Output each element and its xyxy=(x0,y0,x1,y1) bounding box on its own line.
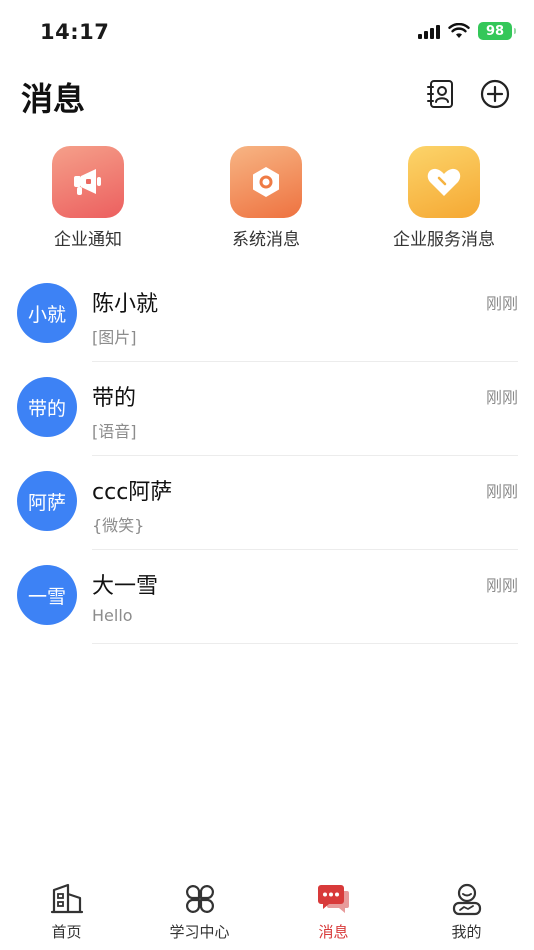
tab-learning-center[interactable]: 学习中心 xyxy=(133,882,266,942)
header: 消息 xyxy=(0,70,534,122)
page-title: 消息 xyxy=(21,80,86,118)
quick-entry-enterprise-service[interactable]: 企业服务消息 xyxy=(374,146,514,250)
conversation-time: 刚刚 xyxy=(485,576,518,595)
four-petal-grid-icon xyxy=(185,885,214,913)
conversation-preview: [语音] xyxy=(92,422,137,441)
quick-entry-system-messages[interactable]: 系统消息 xyxy=(196,146,336,250)
conversation-preview: Hello xyxy=(92,606,133,625)
conversation-name: 大一雪 xyxy=(92,574,159,599)
quick-entry-label: 企业服务消息 xyxy=(393,230,495,250)
divider xyxy=(92,643,518,644)
wifi-icon xyxy=(448,23,470,38)
user-profile-icon xyxy=(452,883,481,916)
messages-screen: 14:17 98 消息 企业通知 系统消息 企业服务消息 小就 陈小就 [图片]… xyxy=(0,0,534,950)
cellular-signal-icon xyxy=(418,23,440,39)
conversation-time: 刚刚 xyxy=(485,482,518,501)
conversation-name: 陈小就 xyxy=(92,292,159,317)
quick-entries: 企业通知 系统消息 企业服务消息 xyxy=(0,146,534,256)
conversation-item[interactable]: 带的 带的 [语音] 刚刚 xyxy=(0,362,534,456)
conversation-item[interactable]: 一雪 大一雪 Hello 刚刚 xyxy=(0,550,534,644)
quick-entry-label: 企业通知 xyxy=(54,230,122,250)
tab-messages[interactable]: 消息 xyxy=(267,882,400,942)
status-bar: 14:17 98 xyxy=(0,0,534,64)
building-icon xyxy=(50,883,83,914)
chat-bubbles-icon xyxy=(317,885,349,913)
heart-icon xyxy=(408,146,480,218)
conversation-list: 小就 陈小就 [图片] 刚刚 带的 带的 [语音] 刚刚 阿萨 ccc阿萨 {微… xyxy=(0,268,534,644)
tab-label: 我的 xyxy=(451,923,482,941)
avatar: 带的 xyxy=(17,377,77,437)
conversation-item[interactable]: 小就 陈小就 [图片] 刚刚 xyxy=(0,268,534,362)
tab-home[interactable]: 首页 xyxy=(0,882,133,942)
battery-indicator: 98 xyxy=(478,22,516,40)
conversation-name: 带的 xyxy=(92,386,137,411)
contacts-book-icon[interactable] xyxy=(425,78,457,110)
megaphone-icon xyxy=(52,146,124,218)
quick-entry-label: 系统消息 xyxy=(232,230,300,250)
tab-bar: 首页 学习中心 消息 我的 xyxy=(0,874,534,950)
tab-label: 首页 xyxy=(51,923,82,941)
conversation-time: 刚刚 xyxy=(485,294,518,313)
conversation-item[interactable]: 阿萨 ccc阿萨 {微笑} 刚刚 xyxy=(0,456,534,550)
tab-profile[interactable]: 我的 xyxy=(400,882,533,942)
hexagon-nut-icon xyxy=(230,146,302,218)
plus-circle-icon[interactable] xyxy=(479,78,511,110)
conversation-preview: {微笑} xyxy=(92,516,145,535)
quick-entry-enterprise-notice[interactable]: 企业通知 xyxy=(18,146,158,250)
tab-label: 学习中心 xyxy=(169,923,230,941)
avatar: 阿萨 xyxy=(17,471,77,531)
conversation-name: ccc阿萨 xyxy=(92,480,173,505)
status-icons: 98 xyxy=(418,22,516,40)
conversation-preview: [图片] xyxy=(92,328,137,347)
tab-label: 消息 xyxy=(318,923,349,941)
avatar: 小就 xyxy=(17,283,77,343)
battery-level: 98 xyxy=(485,23,505,39)
status-time: 14:17 xyxy=(40,20,110,44)
avatar: 一雪 xyxy=(17,565,77,625)
conversation-time: 刚刚 xyxy=(485,388,518,407)
